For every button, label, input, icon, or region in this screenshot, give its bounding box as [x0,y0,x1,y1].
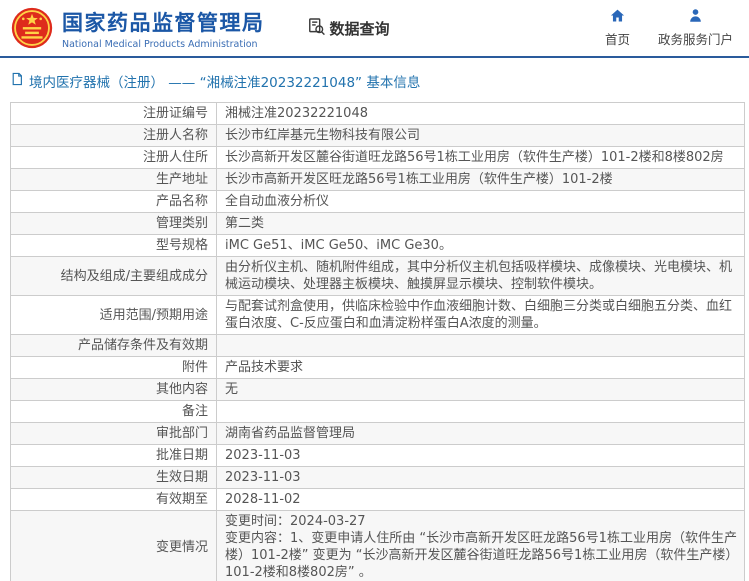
national-emblem-logo [10,6,54,50]
header-nav: 首页 政务服务门户 [605,8,739,48]
table-row: 审批部门湖南省药品监督管理局 [11,423,744,445]
row-label: 型号规格 [11,235,217,256]
row-label: 注册人名称 [11,125,217,146]
row-value: 变更时间：2024-03-27 变更内容：1、变更申请人住所由 “长沙市高新开发… [217,511,744,581]
row-label: 产品储存条件及有效期 [11,335,217,356]
row-label: 注册证编号 [11,103,217,124]
row-value [217,401,744,422]
org-name: 国家药品监督管理局 [62,7,265,37]
data-query-label: 数据查询 [330,18,390,39]
row-value: 2023-11-03 [217,445,744,466]
row-label: 产品名称 [11,191,217,212]
document-search-icon [307,17,326,40]
row-label: 适用范围/预期用途 [11,296,217,334]
nav-home[interactable]: 首页 [605,8,630,48]
row-label: 生产地址 [11,169,217,190]
brand: 国家药品监督管理局 National Medical Products Admi… [10,6,265,50]
row-value: 2028-11-02 [217,489,744,510]
table-row: 注册人名称长沙市红岸基元生物科技有限公司 [11,125,744,147]
user-icon [688,8,703,26]
row-label: 变更情况 [11,511,217,581]
brand-text: 国家药品监督管理局 National Medical Products Admi… [62,7,265,50]
home-icon [610,8,625,26]
row-value: 长沙市高新开发区旺龙路56号1栋工业用房（软件生产楼）101-2楼 [217,169,744,190]
row-value: 由分析仪主机、随机附件组成，其中分析仪主机包括吸样模块、成像模块、光电模块、机械… [217,257,744,295]
table-row: 产品名称全自动血液分析仪 [11,191,744,213]
row-label: 审批部门 [11,423,217,444]
nav-gov-portal[interactable]: 政务服务门户 [658,8,733,48]
table-row: 产品储存条件及有效期 [11,335,744,357]
table-row: 管理类别第二类 [11,213,744,235]
table-row: 生效日期2023-11-03 [11,467,744,489]
table-row: 型号规格iMC Ge51、iMC Ge50、iMC Ge30。 [11,235,744,257]
site-header: 国家药品监督管理局 National Medical Products Admi… [0,0,749,58]
row-value: 长沙市红岸基元生物科技有限公司 [217,125,744,146]
row-label: 管理类别 [11,213,217,234]
row-label: 有效期至 [11,489,217,510]
row-label: 注册人住所 [11,147,217,168]
row-value [217,335,744,356]
org-name-en: National Medical Products Administration [62,39,265,50]
table-row: 生产地址长沙市高新开发区旺龙路56号1栋工业用房（软件生产楼）101-2楼 [11,169,744,191]
row-value: 湘械注准20232221048 [217,103,744,124]
row-label: 其他内容 [11,379,217,400]
row-value: 全自动血液分析仪 [217,191,744,212]
table-row: 注册人住所长沙高新开发区麓谷街道旺龙路56号1栋工业用房（软件生产楼）101-2… [11,147,744,169]
table-row: 结构及组成/主要组成成分由分析仪主机、随机附件组成，其中分析仪主机包括吸样模块、… [11,257,744,296]
row-label: 批准日期 [11,445,217,466]
page: 国家药品监督管理局 National Medical Products Admi… [0,0,749,581]
document-icon [10,72,24,90]
data-query-tab[interactable]: 数据查询 [307,17,390,40]
table-row: 附件产品技术要求 [11,357,744,379]
row-value: iMC Ge51、iMC Ge50、iMC Ge30。 [217,235,744,256]
nav-gov-portal-label: 政务服务门户 [658,29,733,48]
row-value: 湖南省药品监督管理局 [217,423,744,444]
row-label: 附件 [11,357,217,378]
table-row: 注册证编号湘械注准20232221048 [11,103,744,125]
row-value: 长沙高新开发区麓谷街道旺龙路56号1栋工业用房（软件生产楼）101-2楼和8楼8… [217,147,744,168]
row-value: 第二类 [217,213,744,234]
info-table: 注册证编号湘械注准20232221048注册人名称长沙市红岸基元生物科技有限公司… [10,102,745,581]
nav-home-label: 首页 [605,29,630,48]
row-label: 生效日期 [11,467,217,488]
breadcrumb: 境内医疗器械（注册） —— “湘械注准20232221048” 基本信息 [0,58,749,99]
table-row: 适用范围/预期用途与配套试剂盒使用，供临床检验中作血液细胞计数、白细胞三分类或白… [11,296,744,335]
row-value: 产品技术要求 [217,357,744,378]
table-row: 有效期至2028-11-02 [11,489,744,511]
row-value: 2023-11-03 [217,467,744,488]
row-label: 备注 [11,401,217,422]
row-label: 结构及组成/主要组成成分 [11,257,217,295]
row-value: 与配套试剂盒使用，供临床检验中作血液细胞计数、白细胞三分类或白细胞五分类、血红蛋… [217,296,744,334]
breadcrumb-text: 境内医疗器械（注册） —— “湘械注准20232221048” 基本信息 [29,71,420,91]
row-value: 无 [217,379,744,400]
table-row: 变更情况变更时间：2024-03-27 变更内容：1、变更申请人住所由 “长沙市… [11,511,744,581]
table-row: 批准日期2023-11-03 [11,445,744,467]
table-row: 备注 [11,401,744,423]
table-row: 其他内容无 [11,379,744,401]
